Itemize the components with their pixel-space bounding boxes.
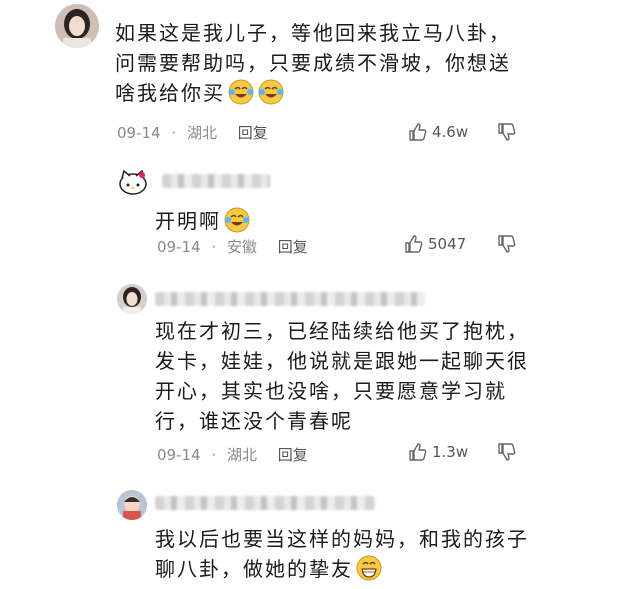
thumbs-up-icon xyxy=(409,443,427,461)
comment-item: 我以后也要当这样的妈妈，和我的孩子 聊八卦，做她的挚友 xyxy=(0,484,640,589)
dislike-button[interactable] xyxy=(497,122,517,146)
comment-text: 我以后也要当这样的妈妈，和我的孩子 聊八卦，做她的挚友 xyxy=(155,527,529,581)
comment-item: 现在才初三，已经陆续给他买了抱枕， 发卡，娃娃，他说就是跟她一起聊天很 开心，其… xyxy=(0,280,640,470)
avatar[interactable] xyxy=(55,4,99,48)
meta-separator: · xyxy=(211,238,217,256)
grin-emoji-icon xyxy=(356,555,382,581)
comment-meta: 09-14 · 安徽 回复 xyxy=(157,236,308,257)
thumbs-down-icon xyxy=(498,443,516,461)
comment-meta: 09-14 · 湖北 回复 xyxy=(157,444,308,465)
username-redacted xyxy=(155,496,375,510)
like-button[interactable]: 1.3w xyxy=(408,442,468,462)
comment-date: 09-14 xyxy=(157,238,201,256)
thumbs-down-icon xyxy=(498,235,516,253)
comment-location: 湖北 xyxy=(226,446,257,464)
dislike-button[interactable] xyxy=(497,234,517,258)
like-count: 5047 xyxy=(428,235,467,253)
thumbs-up-icon xyxy=(409,123,427,141)
cartoon-avatar-icon xyxy=(117,490,147,520)
avatar[interactable] xyxy=(117,166,149,198)
like-button[interactable]: 4.6w xyxy=(408,122,468,142)
meta-separator: · xyxy=(171,124,177,142)
comment-location: 湖北 xyxy=(186,124,217,142)
comment-meta: 09-14 · 湖北 回复 xyxy=(117,122,268,143)
avatar[interactable] xyxy=(117,284,147,314)
laugh-cry-emoji-icon xyxy=(258,79,284,105)
comment-date: 09-14 xyxy=(157,446,201,464)
woman-portrait-icon xyxy=(117,284,147,314)
reply-button[interactable]: 回复 xyxy=(278,236,308,257)
hello-kitty-icon xyxy=(119,169,147,195)
avatar[interactable] xyxy=(117,490,147,520)
laugh-cry-emoji-icon xyxy=(224,207,250,233)
username-redacted xyxy=(155,292,425,306)
meta-separator: · xyxy=(211,446,217,464)
like-count: 4.6w xyxy=(432,123,469,141)
thumbs-up-icon xyxy=(405,235,423,253)
comment-text: 开明啊 xyxy=(155,206,595,236)
like-count: 1.3w xyxy=(432,443,469,461)
reply-button[interactable]: 回复 xyxy=(238,122,268,143)
comment-item: 开明啊 09-14 · 安徽 回复 5047 xyxy=(0,160,640,270)
laugh-cry-emoji-icon xyxy=(228,79,254,105)
reply-button[interactable]: 回复 xyxy=(278,444,308,465)
thumbs-down-icon xyxy=(498,123,516,141)
comment-item: 如果这是我儿子，等他回来我立马八卦， 问需要帮助吗，只要成绩不滑坡，你想送 啥我… xyxy=(0,0,640,150)
comment-date: 09-14 xyxy=(117,124,161,142)
comment-text: 如果这是我儿子，等他回来我立马八卦， 问需要帮助吗，只要成绩不滑坡，你想送 啥我… xyxy=(115,21,511,105)
username-redacted xyxy=(162,174,270,188)
comment-text: 现在才初三，已经陆续给他买了抱枕， 发卡，娃娃，他说就是跟她一起聊天很 开心，其… xyxy=(155,319,529,433)
dislike-button[interactable] xyxy=(497,442,517,466)
like-button[interactable]: 5047 xyxy=(404,234,466,254)
comment-location: 安徽 xyxy=(226,238,257,256)
woman-portrait-icon xyxy=(55,4,99,48)
